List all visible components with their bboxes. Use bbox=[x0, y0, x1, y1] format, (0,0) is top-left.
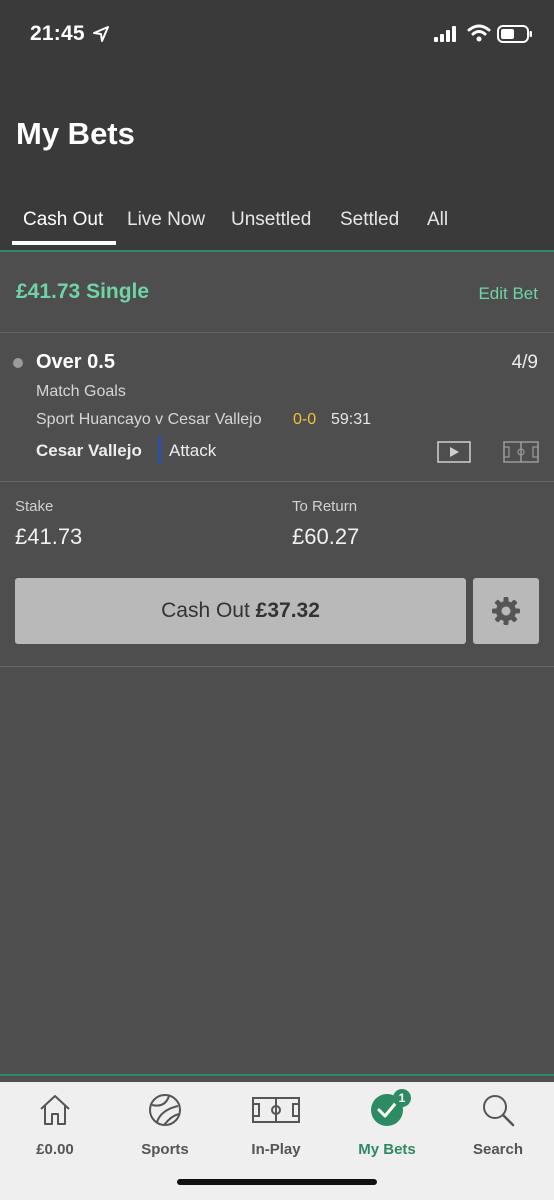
attacking-team: Cesar Vallejo bbox=[36, 441, 142, 460]
tab-all[interactable]: All bbox=[427, 209, 448, 231]
nav-item-home[interactable]: £0.00 bbox=[0, 1092, 110, 1162]
home-icon bbox=[40, 1095, 70, 1125]
bet-header: £41.73 Single Edit Bet bbox=[0, 252, 554, 332]
selection-market: Match Goals bbox=[36, 383, 126, 400]
gear-icon bbox=[492, 597, 520, 625]
selection-event[interactable]: Sport Huancayo v Cesar Vallejo bbox=[36, 411, 262, 429]
nav-item-search[interactable]: Search bbox=[443, 1092, 553, 1162]
stake-label: Stake bbox=[15, 498, 54, 515]
bet-title: £41.73 Single bbox=[16, 280, 150, 303]
my-bets-count-badge: 1 bbox=[393, 1089, 411, 1107]
match-state: Attack bbox=[169, 441, 217, 460]
tab-live-now[interactable]: Live Now bbox=[127, 209, 205, 231]
tab-settled[interactable]: Settled bbox=[340, 209, 399, 231]
edit-bet-link[interactable]: Edit Bet bbox=[478, 284, 538, 304]
status-bar: 21:45 bbox=[0, 0, 554, 68]
divider bbox=[0, 481, 554, 482]
cash-out-amount: £37.32 bbox=[255, 599, 320, 622]
selection-name: Over 0.5 bbox=[36, 351, 115, 373]
pitch-visualiser-icon[interactable] bbox=[503, 441, 539, 463]
home-indicator bbox=[177, 1179, 377, 1185]
nav-label-sports: Sports bbox=[141, 1141, 189, 1158]
divider bbox=[0, 666, 554, 667]
cash-out-label: Cash Out bbox=[161, 599, 256, 622]
stake-value: £41.73 bbox=[15, 524, 83, 549]
nav-item-sports[interactable]: Sports bbox=[110, 1092, 220, 1162]
to-return-label: To Return bbox=[292, 498, 358, 515]
match-clock: 59:31 bbox=[331, 411, 372, 428]
cash-out-settings-button[interactable] bbox=[473, 578, 539, 644]
search-icon bbox=[483, 1095, 515, 1127]
tab-cash-out[interactable]: Cash Out bbox=[23, 209, 103, 231]
nav-label-my-bets: My Bets bbox=[358, 1141, 416, 1158]
live-score: 0-0 bbox=[293, 411, 317, 428]
battery-icon bbox=[497, 25, 532, 43]
clock-time: 21:45 bbox=[30, 22, 85, 45]
selection-status-dot bbox=[13, 358, 23, 368]
nav-label-in-play: In-Play bbox=[251, 1141, 301, 1158]
nav-label-balance: £0.00 bbox=[36, 1141, 74, 1158]
tab-unsettled[interactable]: Unsettled bbox=[231, 209, 311, 231]
nav-label-search: Search bbox=[472, 1141, 524, 1158]
bet-selection: Over 0.5 4/9 Match Goals Sport Huancayo … bbox=[0, 333, 554, 481]
pitch-icon bbox=[252, 1097, 300, 1123]
video-play-icon[interactable] bbox=[437, 441, 471, 463]
selection-odds: 4/9 bbox=[511, 352, 538, 373]
nav-accent-line bbox=[0, 1074, 554, 1076]
bet-tabs: Cash Out Live Now Unsettled Settled All bbox=[0, 200, 554, 250]
to-return-value: £60.27 bbox=[292, 524, 360, 549]
cash-out-button[interactable]: Cash Out £37.32 bbox=[15, 578, 466, 644]
football-icon bbox=[149, 1094, 181, 1126]
team-color-bar bbox=[158, 436, 161, 464]
signal-icon bbox=[434, 26, 456, 42]
wifi-icon bbox=[467, 24, 491, 42]
nav-item-in-play[interactable]: In-Play bbox=[221, 1092, 331, 1162]
app-header: 21:45 My Bets Cash Out Live Now Unsettle… bbox=[0, 0, 554, 250]
location-arrow-icon bbox=[93, 26, 109, 42]
active-tab-indicator bbox=[12, 241, 116, 245]
nav-item-my-bets[interactable]: 1 My Bets bbox=[332, 1089, 442, 1162]
page-title: My Bets bbox=[16, 116, 135, 151]
